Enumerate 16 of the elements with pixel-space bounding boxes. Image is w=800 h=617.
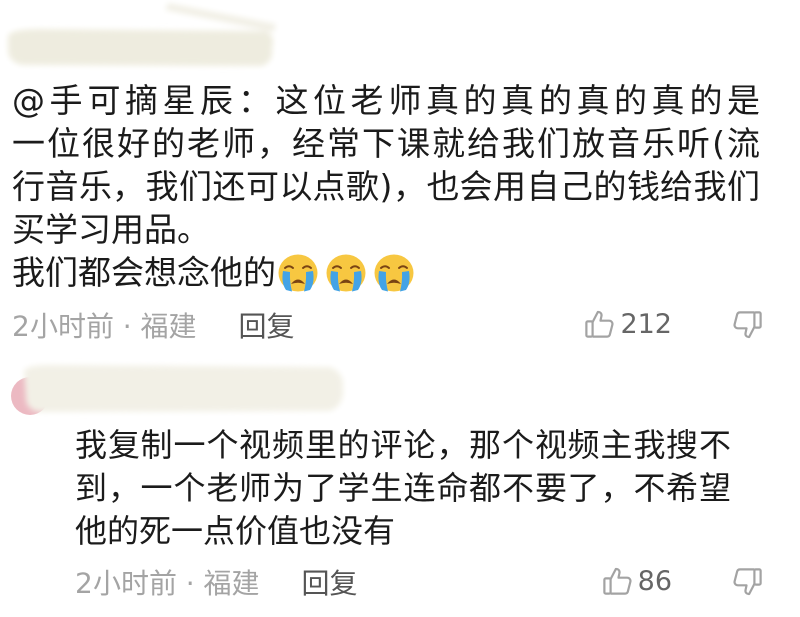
reply-button[interactable]: 回复 — [302, 561, 358, 601]
thumbs-down-icon[interactable] — [733, 310, 762, 338]
comment-text: @手可摘星辰：这位老师真的真的真的真的是 一位很好的老师，经常下课就给我们放音乐听(流 行音乐，我们还可以点歌)，也会用自己的钱给我们 买学习用品。 — [12, 80, 760, 251]
crying-face-emoji-icon — [374, 254, 414, 292]
thumbs-down-icon[interactable] — [733, 566, 762, 596]
like-count: 86 — [638, 566, 672, 596]
crying-face-emoji-icon — [326, 254, 366, 292]
crying-face-emoji-icon — [278, 254, 318, 292]
thumbs-up-icon[interactable] — [602, 566, 632, 596]
reply-button[interactable]: 回复 — [238, 304, 295, 344]
like-count: 212 — [620, 308, 672, 340]
comment-text: 我复制一个视频里的评论，那个视频主我搜不 到，一个老师为了学生连命都不要了，不希望 他的死一点价值也没有 — [75, 425, 731, 552]
thumbs-up-icon[interactable] — [585, 310, 614, 338]
comment-time-location: 2小时前 · 福建 — [12, 309, 197, 344]
comment-time-location: 2小时前 · 福建 — [75, 566, 260, 601]
comment-text: 我们都会想念他的 — [12, 252, 276, 294]
